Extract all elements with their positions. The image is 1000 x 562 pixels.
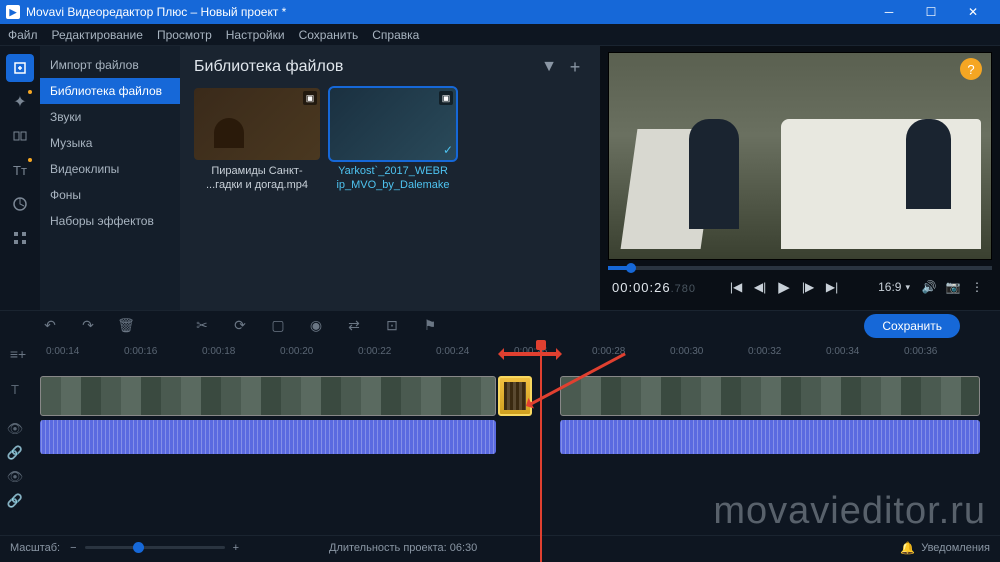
ruler-tick: 0:00:22 <box>358 346 391 357</box>
window-title: Movavi Видеоредактор Плюс – Новый проект… <box>26 5 286 19</box>
sidebar-item-music[interactable]: Музыка <box>40 130 180 156</box>
next-clip-button[interactable]: ▶| <box>821 276 843 298</box>
ruler-tick: 0:00:32 <box>748 346 781 357</box>
ruler-tick: 0:00:20 <box>280 346 313 357</box>
menu-file[interactable]: Файл <box>8 28 38 42</box>
zoom-out-button[interactable]: − <box>70 542 76 554</box>
playhead[interactable] <box>540 340 542 562</box>
timeline: ≡+ 0:00:14 0:00:16 0:00:18 0:00:20 0:00:… <box>0 340 1000 522</box>
project-duration: Длительность проекта: 06:30 <box>329 542 477 554</box>
sidebar-item-videoclips[interactable]: Видеоклипы <box>40 156 180 182</box>
ruler-tick: 0:00:36 <box>904 346 937 357</box>
minimize-button[interactable]: ─ <box>868 0 910 24</box>
undo-button[interactable]: ↶ <box>40 316 60 336</box>
add-file-icon[interactable]: + <box>564 56 586 78</box>
sidebar-item-effectpacks[interactable]: Наборы эффектов <box>40 208 180 234</box>
filter-icon[interactable]: ▼ <box>538 56 560 78</box>
timeline-ruler[interactable]: ≡+ 0:00:14 0:00:16 0:00:18 0:00:20 0:00:… <box>0 340 1000 362</box>
rail-more-icon[interactable] <box>6 224 34 252</box>
rail-filters-icon[interactable]: ✦ <box>6 88 34 116</box>
sidebar-item-backgrounds[interactable]: Фоны <box>40 182 180 208</box>
ruler-tick: 0:00:14 <box>46 346 79 357</box>
check-icon: ✓ <box>443 143 453 157</box>
delete-button[interactable]: 🗑 <box>116 316 136 336</box>
ruler-tick: 0:00:18 <box>202 346 235 357</box>
transition-wizard-button[interactable]: ⇄ <box>344 316 364 336</box>
audio-clip[interactable] <box>40 420 496 454</box>
add-track-icon[interactable]: ≡+ <box>8 344 28 364</box>
preview-scrubber[interactable] <box>608 266 992 270</box>
sidebar-item-sounds[interactable]: Звуки <box>40 104 180 130</box>
ruler-tick: 0:00:28 <box>592 346 625 357</box>
marker-button[interactable]: ⚑ <box>420 316 440 336</box>
thumb-label: Yarkost`_2017_WEBRip_MVO_by_Dalemake <box>330 164 456 193</box>
redo-button[interactable]: ↷ <box>78 316 98 336</box>
preview-timecode: 00:00:26.780 <box>612 280 696 295</box>
zoom-label: Масштаб: <box>10 542 60 554</box>
rail-titles-icon[interactable]: Tᴛ <box>6 156 34 184</box>
text-track-icon[interactable]: T <box>6 380 24 398</box>
aspect-ratio-selector[interactable]: 16:9 ▾ <box>872 280 916 294</box>
audio-track-link-icon[interactable]: 🔗 <box>6 492 24 510</box>
close-button[interactable]: ✕ <box>952 0 994 24</box>
timeline-toolbar: ↶ ↷ 🗑 ✂ ⟳ ▢ ◉ ⇄ ⊡ ⚑ Сохранить <box>0 310 1000 340</box>
ruler-tick: 0:00:34 <box>826 346 859 357</box>
audio-track-visibility-icon[interactable]: 👁 <box>6 468 24 486</box>
crop-button[interactable]: ▢ <box>268 316 288 336</box>
thumb-type-icon: ▣ <box>303 91 317 105</box>
record-button[interactable]: ⊡ <box>382 316 402 336</box>
rail-transitions-icon[interactable] <box>6 122 34 150</box>
menu-help[interactable]: Справка <box>372 28 419 42</box>
play-button[interactable]: ▶ <box>773 276 795 298</box>
side-panel: Импорт файлов Библиотека файлов Звуки Му… <box>40 46 180 310</box>
transition-clip[interactable] <box>498 376 532 416</box>
status-bar: Масштаб: − + Длительность проекта: 06:30… <box>0 535 1000 559</box>
menu-settings[interactable]: Настройки <box>226 28 285 42</box>
help-button[interactable]: ? <box>960 58 982 80</box>
media-thumb[interactable]: ▣ ✓ Yarkost`_2017_WEBRip_MVO_by_Dalemake <box>330 88 456 193</box>
rail-stickers-icon[interactable] <box>6 190 34 218</box>
zoom-slider[interactable] <box>85 546 225 549</box>
rail-import-icon[interactable] <box>6 54 34 82</box>
color-button[interactable]: ◉ <box>306 316 326 336</box>
menu-view[interactable]: Просмотр <box>157 28 212 42</box>
menu-save[interactable]: Сохранить <box>299 28 359 42</box>
media-thumb[interactable]: ▣ Пирамиды Санкт-...гадки и догад.mp4 <box>194 88 320 193</box>
prev-clip-button[interactable]: |◀ <box>725 276 747 298</box>
maximize-button[interactable]: ☐ <box>910 0 952 24</box>
preview-video[interactable] <box>608 52 992 260</box>
video-clip[interactable] <box>560 376 980 416</box>
ruler-tick: 0:00:16 <box>124 346 157 357</box>
preview-panel: ? 00:00:26.780 |◀ ◀| ▶ |▶ ▶| 16:9 ▾ 🔊 📷 … <box>600 46 1000 310</box>
menubar: Файл Редактирование Просмотр Настройки С… <box>0 24 1000 46</box>
sidebar-item-library[interactable]: Библиотека файлов <box>40 78 180 104</box>
prev-frame-button[interactable]: ◀| <box>749 276 771 298</box>
rotate-button[interactable]: ⟳ <box>230 316 250 336</box>
library-panel: Библиотека файлов ▼ + ▣ Пирамиды Санкт-.… <box>180 46 600 310</box>
sidebar-item-import[interactable]: Импорт файлов <box>40 52 180 78</box>
titlebar: ▶ Movavi Видеоредактор Плюс – Новый прое… <box>0 0 1000 24</box>
volume-icon[interactable]: 🔊 <box>918 276 940 298</box>
bell-icon: 🔔 <box>900 541 915 555</box>
menu-edit[interactable]: Редактирование <box>52 28 143 42</box>
thumb-label: Пирамиды Санкт-...гадки и догад.mp4 <box>194 164 320 193</box>
audio-clip[interactable] <box>560 420 980 454</box>
zoom-in-button[interactable]: + <box>233 542 239 554</box>
thumb-type-icon: ▣ <box>439 91 453 105</box>
ruler-tick: 0:00:24 <box>436 346 469 357</box>
ruler-tick: 0:00:30 <box>670 346 703 357</box>
snapshot-icon[interactable]: 📷 <box>942 276 964 298</box>
library-title: Библиотека файлов <box>194 58 534 76</box>
next-frame-button[interactable]: |▶ <box>797 276 819 298</box>
cut-button[interactable]: ✂ <box>192 316 212 336</box>
video-track-visibility-icon[interactable]: 👁 <box>6 420 24 438</box>
save-button[interactable]: Сохранить <box>864 314 960 338</box>
notifications-button[interactable]: 🔔 Уведомления <box>900 541 990 555</box>
video-clip[interactable] <box>40 376 496 416</box>
left-rail: ✦ Tᴛ <box>0 46 40 310</box>
app-logo-icon: ▶ <box>6 5 20 19</box>
video-track-link-icon[interactable]: 🔗 <box>6 444 24 462</box>
preview-more-icon[interactable]: ⋮ <box>966 276 988 298</box>
